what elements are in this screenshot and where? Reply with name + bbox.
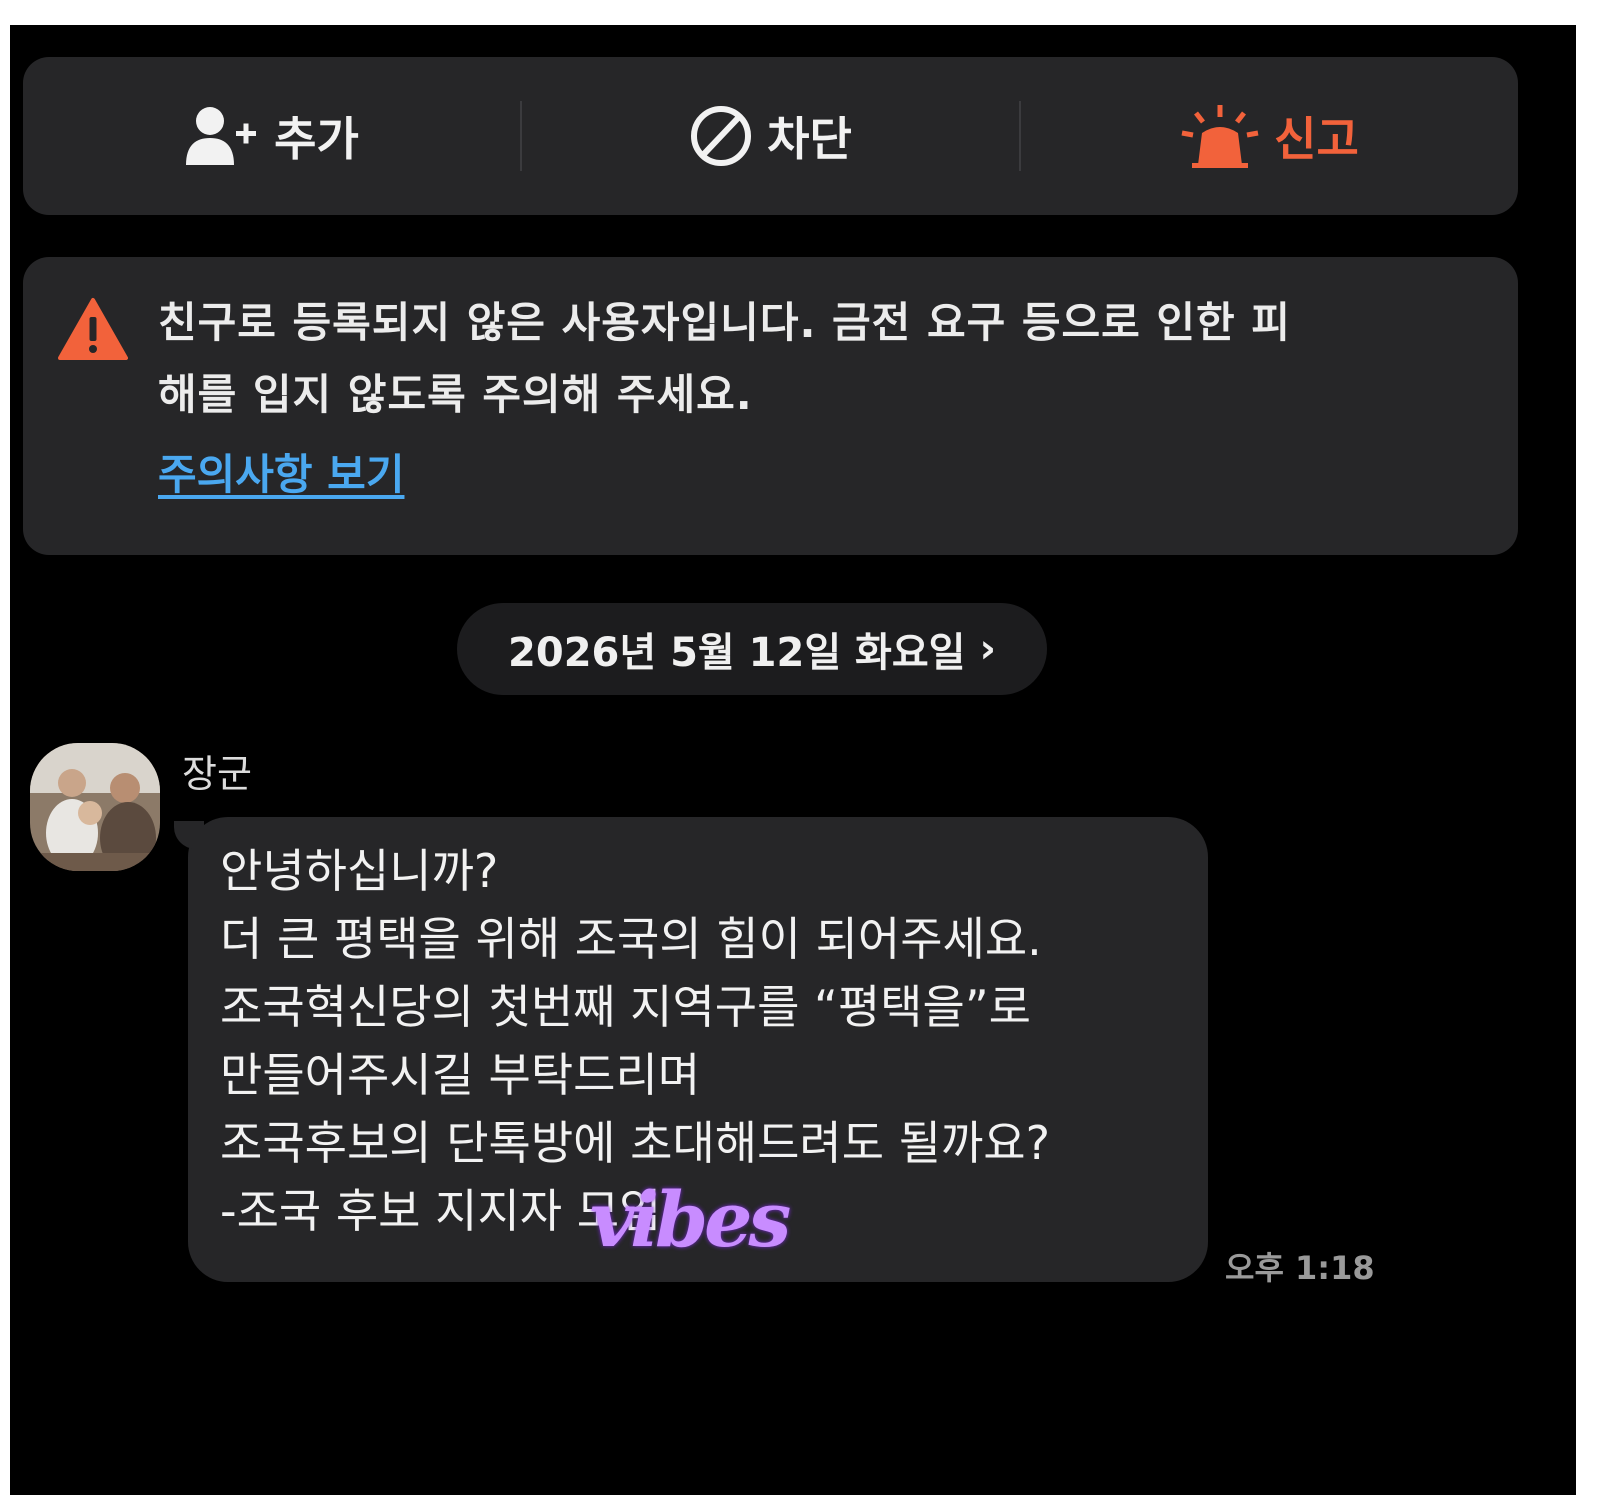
- sender-name: 장군: [182, 752, 252, 796]
- add-friend-button[interactable]: 추가: [23, 57, 520, 215]
- block-icon: [689, 104, 753, 168]
- bubble-tail: [174, 821, 204, 849]
- message-timestamp: 오후 1:18: [1225, 1249, 1375, 1287]
- view-precautions-link[interactable]: 주의사항 보기: [158, 441, 404, 502]
- add-friend-label: 추가: [274, 112, 359, 166]
- chevron-right-icon: ›: [979, 626, 996, 672]
- siren-icon: [1180, 103, 1260, 169]
- date-label: 2026년 5월 12일 화요일: [508, 630, 966, 676]
- message-line: 만들어주시길 부탁드리며: [220, 1048, 701, 1102]
- message-line: 안녕하십니까?: [220, 844, 499, 898]
- block-button[interactable]: 차단: [522, 57, 1019, 215]
- message-line: 더 큰 평택을 위해 조국의 힘이 되어주세요.: [220, 912, 1042, 966]
- message-line: 조국후보의 단톡방에 초대해드려도 될까요?: [220, 1116, 1051, 1170]
- block-label: 차단: [767, 112, 852, 166]
- date-divider-chip[interactable]: 2026년 5월 12일 화요일 ›: [457, 603, 1047, 695]
- stranger-warning-box: 친구로 등록되지 않은 사용자입니다. 금전 요구 등으로 인한 피 해를 입지…: [23, 257, 1518, 555]
- avatar[interactable]: [30, 743, 160, 871]
- chat-screen: 추가 차단 신고 친구로 등록되지 않은 사용자입니다. 금전 요구 등으로 인…: [10, 25, 1576, 1495]
- vibes-watermark: vibes: [590, 1175, 791, 1264]
- report-button[interactable]: 신고: [1021, 57, 1518, 215]
- action-bar: 추가 차단 신고: [23, 57, 1518, 215]
- warning-triangle-icon: [58, 297, 128, 365]
- warning-message: 친구로 등록되지 않은 사용자입니다. 금전 요구 등으로 인한 피 해를 입지…: [158, 287, 1488, 431]
- message-line: 조국혁신당의 첫번째 지역구를 “평택을”로: [220, 980, 1031, 1034]
- report-label: 신고: [1274, 112, 1359, 166]
- warning-line: 친구로 등록되지 않은 사용자입니다. 금전 요구 등으로 인한 피: [158, 298, 1291, 347]
- add-friend-icon: [184, 105, 260, 167]
- warning-line: 해를 입지 않도록 주의해 주세요.: [158, 370, 753, 419]
